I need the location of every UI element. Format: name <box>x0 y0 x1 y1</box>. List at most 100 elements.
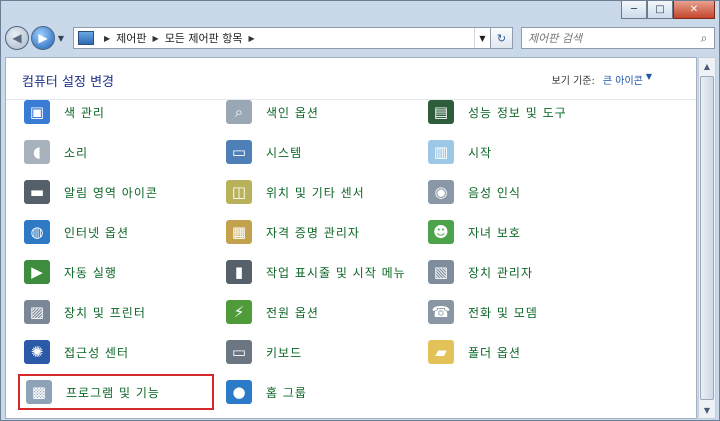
devices-printers-icon: ▨ <box>24 300 50 324</box>
control-panel-item[interactable]: ⌕ 색인 옵션 <box>220 94 416 130</box>
maximize-button[interactable]: □ <box>647 1 673 19</box>
view-by-dropdown[interactable]: 큰 아이콘 <box>603 72 643 87</box>
view-by: 보기 기준: 큰 아이콘 ▼ <box>552 72 653 87</box>
forward-button[interactable]: ▶ <box>31 26 55 50</box>
control-panel-item[interactable]: ◫ 위치 및 기타 센서 <box>220 174 416 210</box>
search-input[interactable] <box>528 31 694 45</box>
control-panel-item[interactable]: ⚡ 전원 옵션 <box>220 294 416 330</box>
autoplay-icon: ▶ <box>24 260 50 284</box>
address-dropdown-icon[interactable]: ▼ <box>474 28 490 48</box>
control-panel-item[interactable]: ◖ 소리 <box>18 134 214 170</box>
performance-icon: ▤ <box>428 100 454 124</box>
parental-controls-icon: ☻ <box>428 220 454 244</box>
getting-started-icon: ▥ <box>428 140 454 164</box>
color-management-icon: ▣ <box>24 100 50 124</box>
control-panel-icon <box>78 31 94 45</box>
system-icon: ▭ <box>226 140 252 164</box>
control-panel-item-label: 장치 및 프린터 <box>64 305 146 320</box>
address-bar[interactable]: ▶ 제어판 ▶ 모든 제어판 항목 ▶ ▼ <box>73 27 491 49</box>
control-panel-item[interactable]: ▤ 성능 정보 및 도구 <box>422 94 618 130</box>
speech-recognition-icon: ◉ <box>428 180 454 204</box>
breadcrumb-control-panel[interactable]: 제어판 <box>116 30 146 46</box>
control-panel-item-label: 자동 실행 <box>64 265 117 280</box>
navigation-bar: ◀ ▶ ▼ ▶ 제어판 ▶ 모든 제어판 항목 ▶ ▼ ↻ ⌕ <box>5 23 715 53</box>
view-by-label: 보기 기준: <box>551 76 595 87</box>
programs-features-icon: ▩ <box>26 380 52 404</box>
control-panel-item[interactable]: ▬ 알림 영역 아이콘 <box>18 174 214 210</box>
breadcrumb-separator-icon[interactable]: ▶ <box>153 34 159 43</box>
control-panel-item-label: 자녀 보호 <box>468 225 521 240</box>
control-panel-item-label: 홈 그룹 <box>266 385 307 400</box>
indexing-options-icon: ⌕ <box>226 100 252 124</box>
control-panel-item[interactable]: ▶ 자동 실행 <box>18 254 214 290</box>
phone-modem-icon: ☎ <box>428 300 454 324</box>
control-panel-item[interactable]: ▦ 자격 증명 관리자 <box>220 214 416 250</box>
control-panel-item-label: 작업 표시줄 및 시작 메뉴 <box>266 265 406 280</box>
content-pane: 컴퓨터 설정 변경 보기 기준: 큰 아이콘 ▼ ▣ 색 관리 ⌕ 색인 옵션 ▤ 성능 … <box>5 57 697 419</box>
homegroup-icon: ● <box>226 380 252 404</box>
control-panel-item[interactable]: ▭ 키보드 <box>220 334 416 370</box>
title-bar: ─ □ ✕ <box>1 1 719 21</box>
refresh-button[interactable]: ↻ <box>491 27 513 49</box>
scrollbar-thumb[interactable] <box>700 76 714 400</box>
control-panel-item[interactable]: ✺ 접근성 센터 <box>18 334 214 370</box>
control-panel-item-label: 전화 및 모뎀 <box>468 305 538 320</box>
close-button[interactable]: ✕ <box>673 1 715 19</box>
control-panel-window: ─ □ ✕ ◀ ▶ ▼ ▶ 제어판 ▶ 모든 제어판 항목 ▶ ▼ ↻ ⌕ 컴퓨… <box>0 0 720 421</box>
control-panel-item-label: 성능 정보 및 도구 <box>468 105 567 120</box>
control-panel-item-label: 소리 <box>64 145 89 160</box>
control-panel-item[interactable]: ◉ 음성 인식 <box>422 174 618 210</box>
control-panel-item-label: 인터넷 옵션 <box>64 225 130 240</box>
caption-buttons: ─ □ ✕ <box>621 1 715 19</box>
control-panel-item-label: 색인 옵션 <box>266 105 319 120</box>
control-panel-item[interactable]: ◍ 인터넷 옵션 <box>18 214 214 250</box>
scroll-up-icon[interactable]: ▲ <box>699 58 715 74</box>
breadcrumb-separator-icon[interactable]: ▶ <box>249 34 255 43</box>
control-panel-item-label: 전원 옵션 <box>266 305 319 320</box>
chevron-down-icon[interactable]: ▼ <box>646 72 652 87</box>
control-panel-item-label: 위치 및 기타 센서 <box>266 185 365 200</box>
control-panel-item-label: 알림 영역 아이콘 <box>64 185 158 200</box>
location-sensors-icon: ◫ <box>226 180 252 204</box>
keyboard-icon: ▭ <box>226 340 252 364</box>
vertical-scrollbar[interactable]: ▲ ▼ <box>698 57 716 419</box>
control-panel-item[interactable]: ▭ 시스템 <box>220 134 416 170</box>
credential-manager-icon: ▦ <box>226 220 252 244</box>
search-icon[interactable]: ⌕ <box>694 31 714 46</box>
control-panel-item-label: 키보드 <box>266 345 303 360</box>
sound-icon: ◖ <box>24 140 50 164</box>
folder-options-icon: ▰ <box>428 340 454 364</box>
taskbar-start-menu-icon: ▮ <box>226 260 252 284</box>
control-panel-item[interactable]: ▰ 폴더 옵션 <box>422 334 618 370</box>
control-panel-item-label: 시스템 <box>266 145 303 160</box>
back-button[interactable]: ◀ <box>5 26 29 50</box>
minimize-button[interactable]: ─ <box>621 1 647 19</box>
control-panel-item[interactable]: ▮ 작업 표시줄 및 시작 메뉴 <box>220 254 416 290</box>
notification-area-icon: ▬ <box>24 180 50 204</box>
ease-of-access-icon: ✺ <box>24 340 50 364</box>
control-panel-item[interactable]: ▣ 색 관리 <box>18 94 214 130</box>
control-panel-item-label: 음성 인식 <box>468 185 521 200</box>
control-panel-item-label: 접근성 센터 <box>64 345 130 360</box>
control-panel-item-label: 색 관리 <box>64 105 105 120</box>
recent-pages-dropdown[interactable]: ▼ <box>55 34 67 43</box>
breadcrumb-all-items[interactable]: 모든 제어판 항목 <box>165 30 243 46</box>
control-panel-item[interactable]: ▥ 시작 <box>422 134 618 170</box>
control-panel-item[interactable]: ● 홈 그룹 <box>220 374 416 410</box>
control-panel-item[interactable]: ▧ 장치 관리자 <box>422 254 618 290</box>
search-box[interactable]: ⌕ <box>521 27 715 49</box>
internet-options-icon: ◍ <box>24 220 50 244</box>
control-panel-item[interactable]: ▨ 장치 및 프린터 <box>18 294 214 330</box>
breadcrumb-separator-icon[interactable]: ▶ <box>104 34 110 43</box>
control-panel-item-label: 시작 <box>468 145 493 160</box>
control-panel-item-label: 자격 증명 관리자 <box>266 225 360 240</box>
device-manager-icon: ▧ <box>428 260 454 284</box>
page-title: 컴퓨터 설정 변경 <box>22 75 114 90</box>
scroll-down-icon[interactable]: ▼ <box>699 402 715 418</box>
control-panel-item-label: 장치 관리자 <box>468 265 534 280</box>
control-panel-item-label: 프로그램 및 기능 <box>66 385 160 400</box>
control-panel-item[interactable]: ☻ 자녀 보호 <box>422 214 618 250</box>
control-panel-item[interactable]: ☎ 전화 및 모뎀 <box>422 294 618 330</box>
control-panel-item[interactable]: ▩ 프로그램 및 기능 <box>18 374 214 410</box>
control-panel-item-label: 폴더 옵션 <box>468 345 521 360</box>
